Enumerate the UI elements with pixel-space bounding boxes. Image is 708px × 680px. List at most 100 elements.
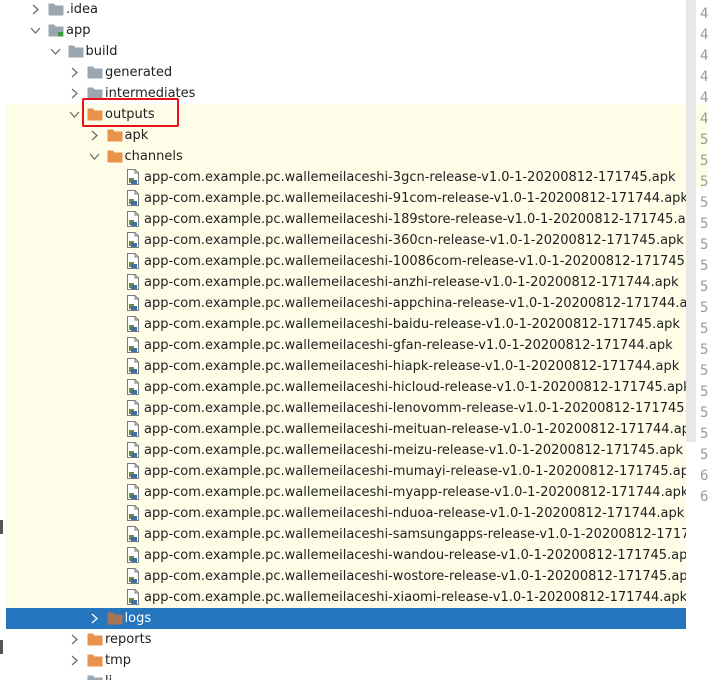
gutter-line-number: 5 (700, 447, 708, 463)
chevron-right-icon[interactable] (30, 0, 42, 20)
gutter-line-number: 4 (700, 27, 708, 43)
folder-gray-icon (87, 65, 103, 80)
chevron-right-icon[interactable] (89, 125, 101, 146)
tree-file-row[interactable]: app-com.example.pc.wallemeilaceshi-91com… (0, 188, 686, 209)
tree-file-row[interactable]: app-com.example.pc.wallemeilaceshi-nduoa… (0, 503, 686, 524)
tree-folder-row[interactable]: build (0, 41, 686, 62)
tree-item-label: app-com.example.pc.wallemeilaceshi-hiclo… (144, 380, 686, 395)
tree-file-row[interactable]: app-com.example.pc.wallemeilaceshi-3gcn-… (0, 167, 686, 188)
tree-folder-row[interactable]: generated (0, 62, 686, 83)
apk-file-icon (126, 442, 142, 458)
tree-file-row[interactable]: app-com.example.pc.wallemeilaceshi-meizu… (0, 440, 686, 461)
tree-item-label: .idea (66, 2, 98, 17)
gutter-line-number: 4 (700, 6, 708, 22)
tree-item-label: app-com.example.pc.wallemeilaceshi-wosto… (144, 569, 686, 584)
tree-item-label: app-com.example.pc.wallemeilaceshi-baidu… (144, 317, 680, 332)
tree-file-row[interactable]: app-com.example.pc.wallemeilaceshi-anzhi… (0, 272, 686, 293)
tree-item-label: app-com.example.pc.wallemeilaceshi-3gcn-… (144, 170, 676, 185)
gutter-line-number: 5 (700, 405, 708, 421)
tree-file-row[interactable]: app-com.example.pc.wallemeilaceshi-myapp… (0, 482, 686, 503)
tree-file-row[interactable]: app-com.example.pc.wallemeilaceshi-hiclo… (0, 377, 686, 398)
chevron-right-icon[interactable] (69, 62, 81, 83)
apk-file-icon (126, 547, 142, 563)
chevron-down-icon[interactable] (50, 41, 62, 62)
tree-item-label: reports (105, 632, 152, 647)
chevron-right-icon[interactable] (89, 608, 101, 629)
gutter-line-number: 6 (700, 468, 708, 484)
tree-file-row[interactable]: app-com.example.pc.wallemeilaceshi-baidu… (0, 314, 686, 335)
gutter-line-number: 5 (700, 153, 708, 169)
tree-item-label: app-com.example.pc.wallemeilaceshi-meitu… (144, 422, 686, 437)
tree-folder-row[interactable]: .idea (0, 0, 686, 20)
tree-item-label: app-com.example.pc.wallemeilaceshi-189st… (144, 212, 686, 227)
chevron-down-icon[interactable] (89, 146, 101, 167)
tree-item-label: generated (105, 65, 173, 80)
gutter-line-number: 5 (700, 195, 708, 211)
tree-folder-row[interactable]: reports (0, 629, 686, 650)
folder-orange-icon (87, 632, 103, 647)
apk-file-icon (126, 211, 142, 227)
gutter-line-number: 5 (700, 279, 708, 295)
tree-folder-row[interactable]: app (0, 20, 686, 41)
tree-item-label: app-com.example.pc.wallemeilaceshi-91com… (144, 191, 686, 206)
tree-file-row[interactable]: app-com.example.pc.wallemeilaceshi-wosto… (0, 566, 686, 587)
tree-folder-row[interactable]: channels (0, 146, 686, 167)
chevron-right-icon[interactable] (69, 83, 81, 104)
tree-folder-row[interactable]: logs (6, 608, 686, 629)
gutter-line-number: 5 (700, 426, 708, 442)
tree-item-label: app-com.example.pc.wallemeilaceshi-xiaom… (144, 590, 686, 605)
tree-file-row[interactable]: app-com.example.pc.wallemeilaceshi-samsu… (0, 524, 686, 545)
annotation-rectangle (82, 98, 179, 127)
chevron-down-icon[interactable] (30, 20, 42, 41)
tree-item-label: app-com.example.pc.wallemeilaceshi-mumay… (144, 464, 686, 479)
folder-orange-icon (107, 149, 123, 164)
gutter-line-number: 5 (700, 216, 708, 232)
tree-file-row[interactable]: app-com.example.pc.wallemeilaceshi-gfan-… (0, 335, 686, 356)
tree-folder-row[interactable]: tmp (0, 650, 686, 671)
tree-item-label: app-com.example.pc.wallemeilaceshi-meizu… (144, 443, 683, 458)
tree-item-label: app-com.example.pc.wallemeilaceshi-lenov… (144, 401, 686, 416)
tree-item-label: build (85, 44, 118, 59)
tree-item-label: channels (124, 149, 183, 164)
folder-gray-icon (87, 674, 103, 680)
apk-file-icon (126, 295, 142, 311)
chevron-down-icon[interactable] (69, 104, 81, 125)
tree-folder-row[interactable]: apk (0, 125, 686, 146)
tree-item-label: logs (124, 611, 152, 626)
tree-file-row[interactable]: app-com.example.pc.wallemeilaceshi-hiapk… (0, 356, 686, 377)
apk-file-icon (126, 568, 142, 584)
folder-gray-icon (68, 44, 84, 59)
apk-file-icon (126, 190, 142, 206)
window-edge-mark (0, 640, 3, 654)
tree-item-label: app-com.example.pc.wallemeilaceshi-nduoa… (144, 506, 685, 521)
tree-folder-row[interactable]: li (0, 671, 686, 680)
tree-file-row[interactable]: app-com.example.pc.wallemeilaceshi-lenov… (0, 398, 686, 419)
gutter-line-number: 4 (700, 48, 708, 64)
vertical-scrollbar[interactable] (686, 0, 696, 442)
tree-file-row[interactable]: app-com.example.pc.wallemeilaceshi-10086… (0, 251, 686, 272)
apk-file-icon (126, 400, 142, 416)
gutter-line-number: 5 (700, 363, 708, 379)
tree-item-label: app-com.example.pc.wallemeilaceshi-anzhi… (144, 275, 679, 290)
apk-file-icon (126, 379, 142, 395)
tree-file-row[interactable]: app-com.example.pc.wallemeilaceshi-wando… (0, 545, 686, 566)
gutter-line-number: 4 (700, 111, 708, 127)
tree-item-label: app-com.example.pc.wallemeilaceshi-samsu… (144, 527, 686, 542)
chevron-right-icon[interactable] (69, 629, 81, 650)
chevron-right-icon[interactable] (69, 650, 81, 671)
apk-file-icon (126, 421, 142, 437)
apk-file-icon (126, 463, 142, 479)
tree-file-row[interactable]: app-com.example.pc.wallemeilaceshi-189st… (0, 209, 686, 230)
tree-file-row[interactable]: app-com.example.pc.wallemeilaceshi-appch… (0, 293, 686, 314)
tree-file-row[interactable]: app-com.example.pc.wallemeilaceshi-360cn… (0, 230, 686, 251)
tree-file-row[interactable]: app-com.example.pc.wallemeilaceshi-meitu… (0, 419, 686, 440)
folder-orange-icon (107, 128, 123, 143)
gutter-line-number: 5 (700, 237, 708, 253)
tree-file-row[interactable]: app-com.example.pc.wallemeilaceshi-mumay… (0, 461, 686, 482)
gutter-line-number: 5 (700, 174, 708, 190)
tree-item-label: app-com.example.pc.wallemeilaceshi-10086… (144, 254, 686, 269)
apk-file-icon (126, 484, 142, 500)
tree-item-label: app (66, 23, 91, 38)
gutter-line-number: 5 (700, 321, 708, 337)
tree-file-row[interactable]: app-com.example.pc.wallemeilaceshi-xiaom… (0, 587, 686, 608)
